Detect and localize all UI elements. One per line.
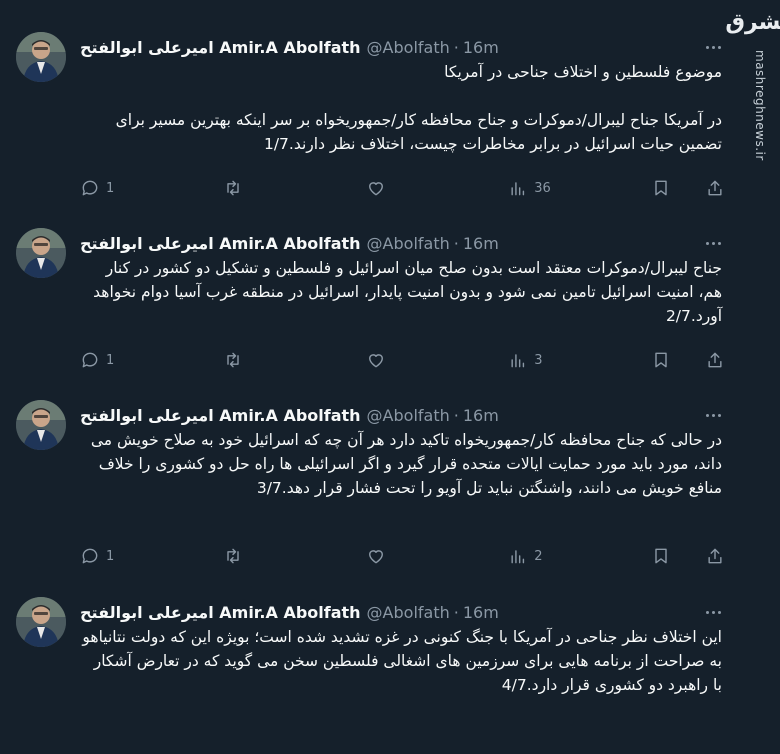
share-icon: [708, 180, 722, 196]
views-count: 2: [534, 548, 543, 564]
like-button[interactable]: [366, 546, 426, 566]
tweet-actions: 1 3: [80, 348, 725, 372]
tweet-text: این اختلاف نظر جناحی در آمریکا با جنگ کن…: [82, 628, 722, 694]
tweet-time[interactable]: 16m: [463, 603, 499, 622]
views-icon: [511, 550, 525, 564]
retweet-icon: [227, 352, 239, 368]
more-options-icon[interactable]: [701, 40, 725, 54]
views-icon: [511, 354, 525, 368]
views-button[interactable]: 2: [508, 546, 568, 566]
bookmark-button[interactable]: [651, 350, 671, 370]
heart-icon: [368, 354, 383, 368]
tweet-time[interactable]: 16m: [463, 406, 499, 425]
reply-button[interactable]: 1: [80, 350, 140, 370]
tweet-text: در حالی که جناح محافظه کار/جمهوریخواه تا…: [90, 431, 722, 497]
reply-icon: [82, 548, 98, 564]
retweet-button[interactable]: [223, 178, 283, 198]
tweet-header: امیرعلی ابوالفتح Amir.A Abolfath @Abolfa…: [80, 34, 725, 60]
tweet-actions: 1 36: [80, 176, 725, 200]
tweet-text: موضوع فلسطین و اختلاف جناحی در آمریکا در…: [115, 63, 722, 153]
share-button[interactable]: [705, 350, 725, 370]
views-count: 36: [534, 180, 551, 196]
separator-dot: ·: [453, 233, 459, 253]
tweet[interactable]: امیرعلی ابوالفتح Amir.A Abolfath @Abolfa…: [0, 597, 740, 754]
share-button[interactable]: [705, 546, 725, 566]
avatar[interactable]: [16, 400, 66, 450]
retweet-icon: [227, 548, 239, 564]
author-name[interactable]: امیرعلی ابوالفتح Amir.A Abolfath: [80, 234, 361, 253]
avatar[interactable]: [16, 597, 66, 647]
author-handle[interactable]: @Abolfath: [367, 406, 450, 425]
reply-button[interactable]: 1: [80, 546, 140, 566]
more-options-icon[interactable]: [701, 605, 725, 619]
views-button[interactable]: 3: [508, 350, 568, 370]
retweet-button[interactable]: [223, 546, 283, 566]
tweet-time[interactable]: 16m: [463, 234, 499, 253]
mashregh-logo: مشرق: [725, 10, 780, 35]
like-button[interactable]: [366, 178, 426, 198]
author-handle[interactable]: @Abolfath: [367, 603, 450, 622]
like-button[interactable]: [366, 350, 426, 370]
tweet-time[interactable]: 16m: [463, 38, 499, 57]
author-name[interactable]: امیرعلی ابوالفتح Amir.A Abolfath: [80, 38, 361, 57]
views-icon: [511, 182, 525, 196]
separator-dot: ·: [453, 405, 459, 425]
retweet-button[interactable]: [223, 350, 283, 370]
separator-dot: ·: [453, 602, 459, 622]
avatar[interactable]: [16, 228, 66, 278]
share-icon: [708, 352, 722, 368]
more-options-icon[interactable]: [701, 408, 725, 422]
tweet-actions: 1 2: [80, 544, 725, 568]
heart-icon: [368, 182, 383, 196]
bookmark-button[interactable]: [651, 178, 671, 198]
author-name[interactable]: امیرعلی ابوالفتح Amir.A Abolfath: [80, 603, 361, 622]
share-icon: [708, 548, 722, 564]
tweet-header: امیرعلی ابوالفتح Amir.A Abolfath @Abolfa…: [80, 599, 725, 625]
watermark: مشرق mashreghnews.ir: [725, 0, 780, 754]
tweet[interactable]: امیرعلی ابوالفتح Amir.A Abolfath @Abolfa…: [0, 228, 740, 388]
heart-icon: [368, 550, 383, 564]
watermark-site: mashreghnews.ir: [753, 50, 767, 161]
reply-count: 1: [106, 548, 115, 564]
tweet[interactable]: امیرعلی ابوالفتح Amir.A Abolfath @Abolfa…: [0, 400, 740, 580]
separator-dot: ·: [453, 37, 459, 57]
reply-count: 1: [106, 180, 115, 196]
bookmark-button[interactable]: [651, 546, 671, 566]
views-count: 3: [534, 352, 543, 368]
bookmark-icon: [655, 352, 667, 368]
views-button[interactable]: 36: [508, 178, 568, 198]
avatar[interactable]: [16, 32, 66, 82]
reply-count: 1: [106, 352, 115, 368]
bookmark-icon: [655, 548, 667, 564]
bookmark-icon: [655, 180, 667, 196]
tweet[interactable]: امیرعلی ابوالفتح Amir.A Abolfath @Abolfa…: [0, 32, 740, 212]
reply-icon: [82, 352, 98, 368]
author-handle[interactable]: @Abolfath: [367, 234, 450, 253]
reply-icon: [82, 180, 98, 196]
tweet-header: امیرعلی ابوالفتح Amir.A Abolfath @Abolfa…: [80, 402, 725, 428]
retweet-icon: [227, 180, 239, 196]
tweet-header: امیرعلی ابوالفتح Amir.A Abolfath @Abolfa…: [80, 230, 725, 256]
author-handle[interactable]: @Abolfath: [367, 38, 450, 57]
more-options-icon[interactable]: [701, 236, 725, 250]
author-name[interactable]: امیرعلی ابوالفتح Amir.A Abolfath: [80, 406, 361, 425]
reply-button[interactable]: 1: [80, 178, 140, 198]
tweet-text: جناح لیبرال/دموکرات معتقد است بدون صلح م…: [93, 259, 722, 325]
share-button[interactable]: [705, 178, 725, 198]
